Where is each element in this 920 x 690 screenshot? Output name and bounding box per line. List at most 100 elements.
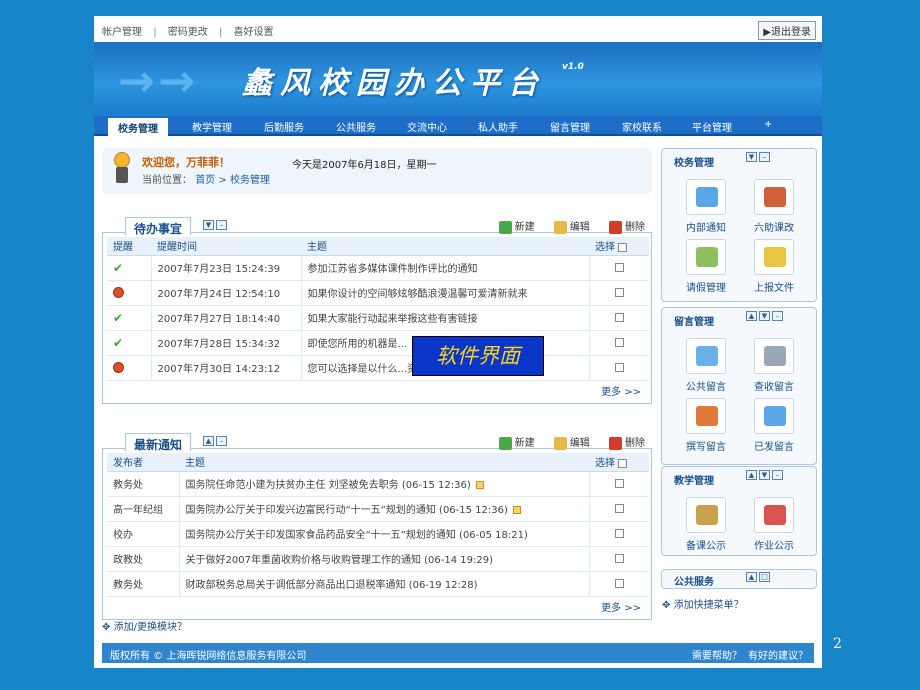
minimize-icon[interactable]: – xyxy=(772,470,783,480)
row-checkbox[interactable] xyxy=(614,337,624,347)
table-row[interactable]: ✔ 2007年7月28日 15:34:32 即使您所用的机器是... xyxy=(107,330,649,356)
check-icon: ✔ xyxy=(113,260,124,275)
collapse-icon[interactable]: ▼ xyxy=(759,311,770,321)
play-icon: ▶ xyxy=(763,27,771,38)
table-row[interactable]: 政教处 关于做好2007年重菌收购价格与收购管理工作的通知 (06-14 19:2… xyxy=(107,546,649,572)
tile-receive-message[interactable]: 查收留言 xyxy=(744,338,804,393)
reminder-time: 2007年7月24日 12:54:10 xyxy=(151,280,302,306)
tile-curriculum[interactable]: 六助课改 xyxy=(744,179,804,234)
tile-write-message[interactable]: 撰写留言 xyxy=(676,398,736,453)
tab-logistics[interactable]: 后勤服务 xyxy=(264,119,304,134)
account-manage-link[interactable]: 帐户管理 xyxy=(102,27,142,38)
edit-button[interactable]: 编辑 xyxy=(553,220,590,234)
restore-icon[interactable]: □ xyxy=(759,572,770,582)
expand-icon[interactable]: ▲ xyxy=(746,572,757,582)
row-checkbox[interactable] xyxy=(614,553,624,563)
tab-teaching[interactable]: 教学管理 xyxy=(192,119,232,134)
select-all-checkbox[interactable] xyxy=(618,458,628,468)
row-checkbox[interactable] xyxy=(614,503,624,513)
expand-icon[interactable]: ▲ xyxy=(746,311,757,321)
more-link[interactable]: 更多 >> xyxy=(601,599,641,614)
subject[interactable]: 国务院办公厅关于印发国家食品药品安全“十一五”规划的通知 (06-05 18:2… xyxy=(179,521,590,547)
header-banner: → → 蠡风校园办公平台 v1.0 xyxy=(94,42,822,116)
delete-button[interactable]: 删除 xyxy=(609,220,645,234)
tile-upload-file[interactable]: 上报文件 xyxy=(744,239,804,294)
attachment-icon xyxy=(475,481,484,489)
subject[interactable]: 关于做好2007年重菌收购价格与收购管理工作的通知 (06-14 19:29) xyxy=(179,546,590,572)
tab-message-manage[interactable]: 留言管理 xyxy=(550,119,590,134)
forbidden-icon xyxy=(113,361,124,373)
password-change-link[interactable]: 密码更改 xyxy=(168,27,208,38)
new-button[interactable]: 新建 xyxy=(498,436,535,450)
tab-exchange-center[interactable]: 交流中心 xyxy=(407,119,447,134)
suggestion-link[interactable]: 有好的建议？ xyxy=(748,647,808,662)
minimize-icon[interactable]: – xyxy=(759,152,770,162)
panel-controls: ▲ – xyxy=(203,436,229,447)
more-link[interactable]: 更多 >> xyxy=(601,383,641,398)
subject[interactable]: 国务院办公厅关于印发兴边富民行动“十一五”规划的通知 (06-15 12:36) xyxy=(179,496,590,522)
checklist-icon xyxy=(754,497,794,533)
tab-add[interactable]: + xyxy=(764,119,772,130)
subject[interactable]: 如果大家能行动起来举报这些有害链接 xyxy=(301,305,590,331)
minimize-icon[interactable]: – xyxy=(216,436,227,446)
table-row[interactable]: 校办 国务院办公厅关于印发国家食品药品安全“十一五”规划的通知 (06-05 18… xyxy=(107,521,649,547)
tile-public-message[interactable]: 公共留言 xyxy=(676,338,736,393)
breadcrumb-current[interactable]: 校务管理 xyxy=(230,175,270,186)
reminder-time: 2007年7月23日 15:24:39 xyxy=(151,255,302,281)
logout-button[interactable]: ▶退出登录 xyxy=(758,21,816,40)
table-row[interactable]: 教务处 国务院任命范小建为扶贫办主任 刘坚被免去职务 (06-15 12:36) xyxy=(107,471,649,497)
row-checkbox[interactable] xyxy=(614,578,624,588)
publisher: 教务处 xyxy=(107,571,180,597)
row-checkbox[interactable] xyxy=(614,362,624,372)
edit-button[interactable]: 编辑 xyxy=(553,436,590,450)
table-row[interactable]: 2007年7月30日 14:23:12 您可以选择是以什么...资料 xyxy=(107,355,649,381)
table-row[interactable]: ✔ 2007年7月23日 15:24:39 参加江苏省多媒体课件制作评比的通知 xyxy=(107,255,649,281)
panel-title: 待办事宜 xyxy=(125,217,192,236)
panel-title: 最新通知 xyxy=(125,433,192,452)
subject[interactable]: 财政部税务总局关于调低部分商品出口退税率通知 (06-19 12:28) xyxy=(179,571,590,597)
row-checkbox[interactable] xyxy=(614,312,624,322)
subject[interactable]: 如果你设计的空间够炫够酷浪漫温馨可爱清新就来 xyxy=(301,280,590,306)
tab-public-services[interactable]: 公共服务 xyxy=(336,119,376,134)
minimize-icon[interactable]: – xyxy=(772,311,783,321)
help-link[interactable]: 需要帮助？ xyxy=(692,647,742,662)
subject[interactable]: 国务院任命范小建为扶贫办主任 刘坚被免去职务 (06-15 12:36) xyxy=(179,471,590,497)
table-row[interactable]: 2007年7月24日 12:54:10 如果你设计的空间够炫够酷浪漫温馨可爱清新就… xyxy=(107,280,649,306)
new-button[interactable]: 新建 xyxy=(498,220,535,234)
notices-table: 发布者 主题 选择 教务处 国务院任命范小建为扶贫办主任 刘坚被免去职务 (06-… xyxy=(107,453,649,597)
table-row[interactable]: ✔ 2007年7月27日 18:14:40 如果大家能行动起来举报这些有害链接 xyxy=(107,305,649,331)
collapse-icon[interactable]: ▼ xyxy=(759,470,770,480)
todo-table: 提醒 提醒时间 主题 选择 ✔ 2007年7月23日 15:24:39 参加江苏省多… xyxy=(107,237,649,381)
table-row[interactable]: 高一年纪组 国务院办公厅关于印发兴边富民行动“十一五”规划的通知 (06-15 1… xyxy=(107,496,649,522)
box-controls: ▼ – xyxy=(746,152,772,163)
delete-button[interactable]: 删除 xyxy=(609,436,645,450)
table-row[interactable]: 教务处 财政部税务总局关于调低部分商品出口退税率通知 (06-19 12:28) xyxy=(107,571,649,597)
tab-school-affairs[interactable]: 校务管理 xyxy=(108,118,168,136)
select-all-checkbox[interactable] xyxy=(618,242,628,252)
collapse-icon[interactable]: ▼ xyxy=(746,152,757,162)
subject[interactable]: 参加江苏省多媒体课件制作评比的通知 xyxy=(301,255,590,281)
tab-personal-assistant[interactable]: 私人助手 xyxy=(478,119,518,134)
tile-leave-manage[interactable]: 请假管理 xyxy=(676,239,736,294)
tile-internal-notice[interactable]: 内部通知 xyxy=(676,179,736,234)
tile-sent-message[interactable]: 已发留言 xyxy=(744,398,804,453)
box-controls: ▲ ▼ – xyxy=(746,311,785,322)
expand-icon[interactable]: ▲ xyxy=(746,470,757,480)
tab-home-school[interactable]: 家校联系 xyxy=(622,119,662,134)
row-checkbox[interactable] xyxy=(614,262,624,272)
collapse-icon[interactable]: ▼ xyxy=(203,220,214,230)
minimize-icon[interactable]: – xyxy=(216,220,227,230)
tile-homework[interactable]: 作业公示 xyxy=(744,497,804,552)
row-checkbox[interactable] xyxy=(614,478,624,488)
row-checkbox[interactable] xyxy=(614,528,624,538)
tab-platform-manage[interactable]: 平台管理 xyxy=(692,119,732,134)
expand-icon[interactable]: ▲ xyxy=(203,436,214,446)
table-header: 提醒 提醒时间 主题 选择 xyxy=(107,237,649,256)
add-shortcut-link[interactable]: ✥ 添加快捷菜单？ xyxy=(662,596,744,611)
breadcrumb-home[interactable]: 首页 xyxy=(195,175,215,186)
add-module-link[interactable]: ✥ 添加/更换模块？ xyxy=(102,618,187,633)
row-checkbox[interactable] xyxy=(614,287,624,297)
tile-lesson-plan[interactable]: 备课公示 xyxy=(676,497,736,552)
preferences-link[interactable]: 喜好设置 xyxy=(234,27,274,38)
footer: 版权所有 © 上海晖锐网络信息服务有限公司 需要帮助？ 有好的建议？ xyxy=(102,643,814,663)
